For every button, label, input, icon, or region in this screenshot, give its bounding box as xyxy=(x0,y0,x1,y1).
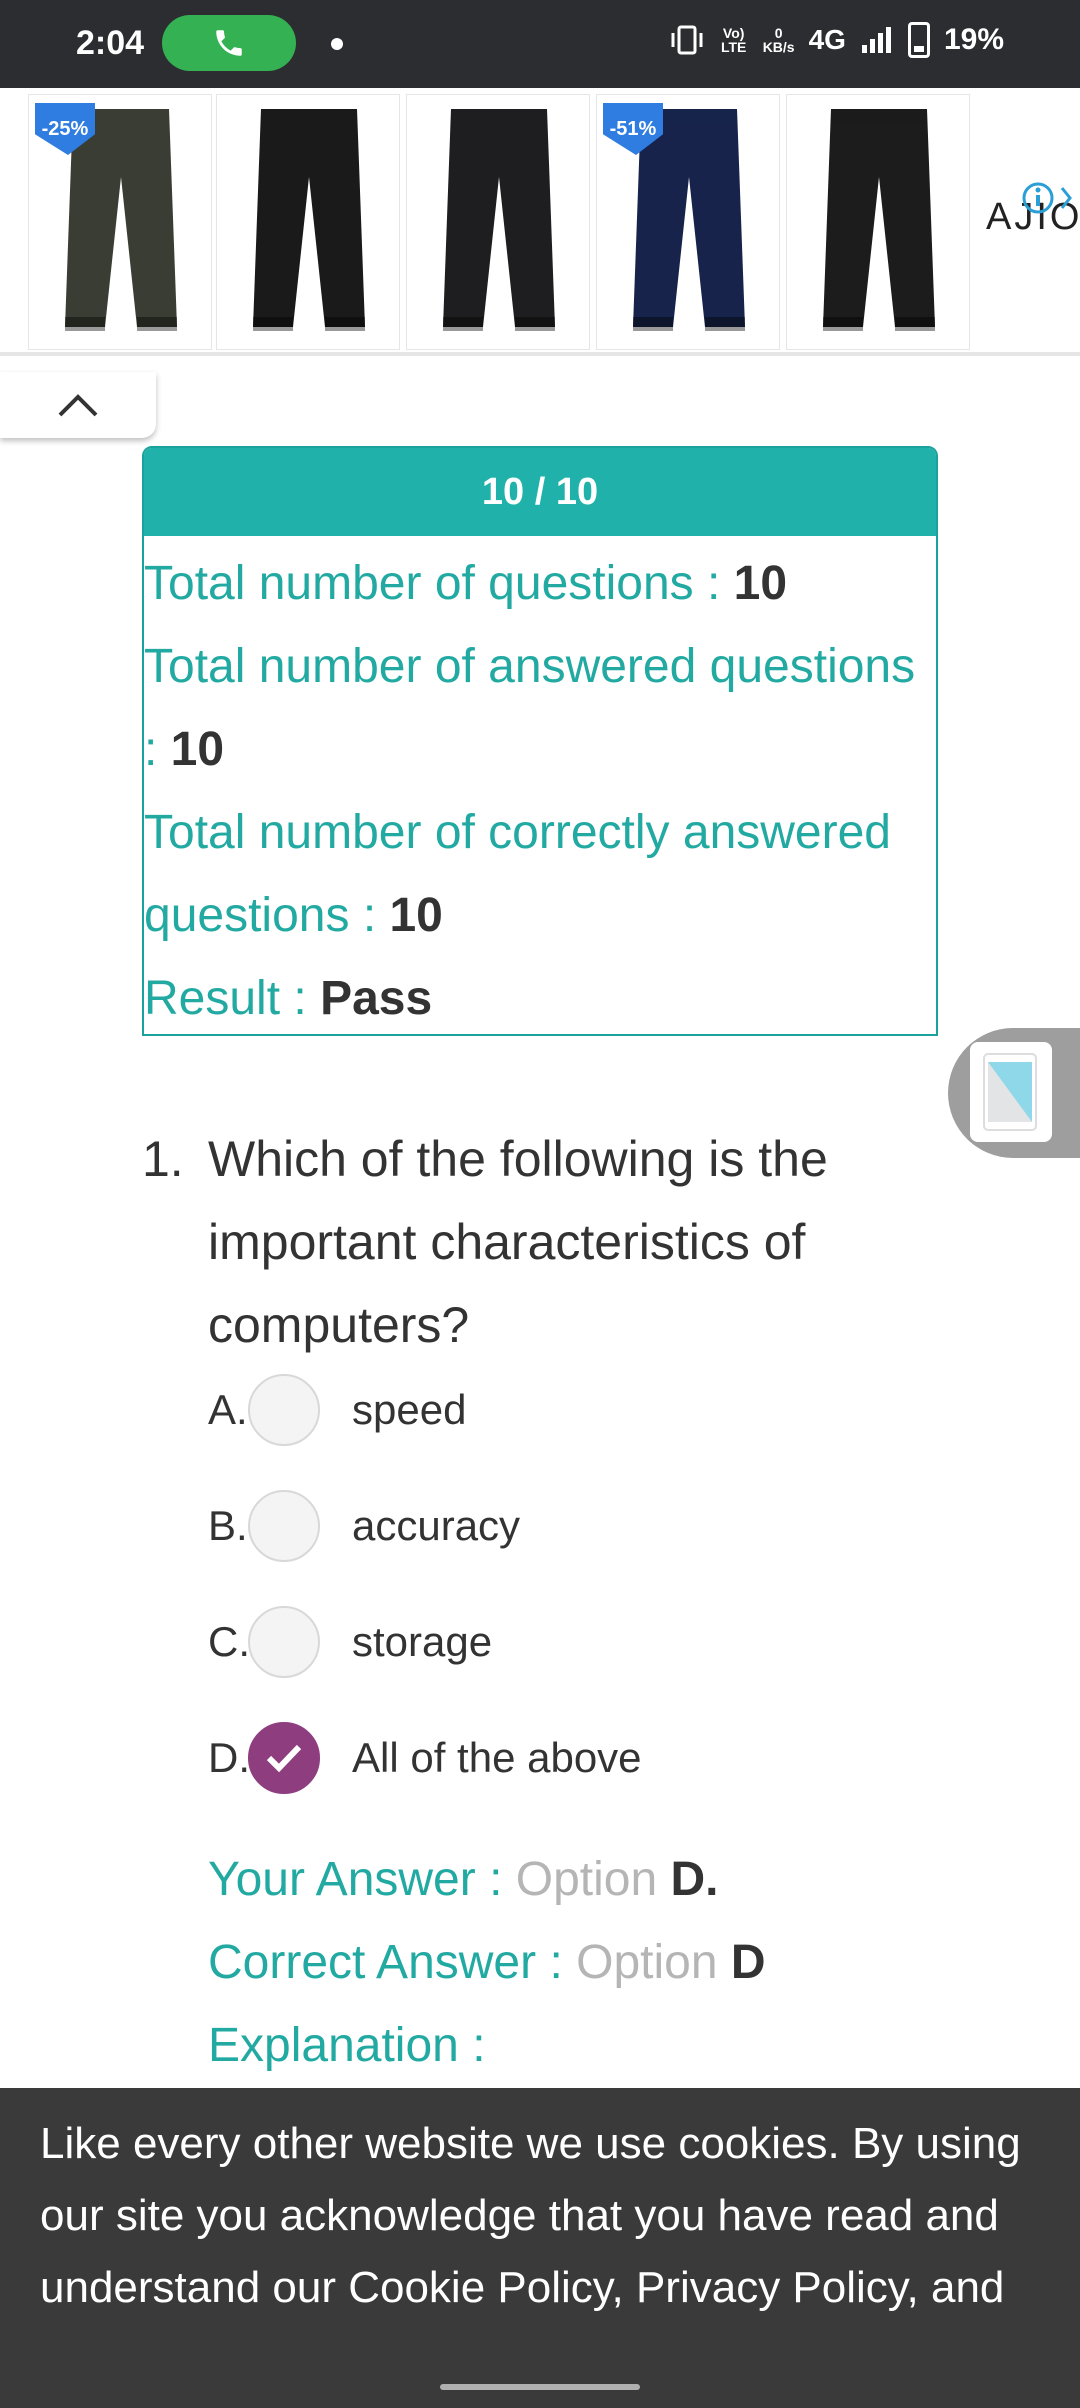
result-row: Total number of correctly answered quest… xyxy=(144,806,891,942)
collapse-ad-button[interactable] xyxy=(0,372,156,438)
notification-dot xyxy=(331,38,343,50)
status-time: 2:04 xyxy=(76,24,145,62)
option-letter: D. xyxy=(208,1734,250,1781)
option-radio[interactable] xyxy=(248,1374,320,1446)
ad-product[interactable] xyxy=(406,94,590,350)
option-text: speed xyxy=(352,1386,467,1433)
ad-info-icon[interactable] xyxy=(1020,180,1080,216)
option-radio[interactable] xyxy=(248,1490,320,1562)
network-type: 4G xyxy=(808,24,846,55)
result-rows: Total number of questions : 10 Total numb… xyxy=(144,536,936,1034)
option-letter: B. xyxy=(208,1502,248,1549)
signal-icon xyxy=(861,27,891,53)
answer-option[interactable]: D. All of the above xyxy=(208,1718,642,1798)
pants-image xyxy=(443,109,555,331)
battery-percent: 19% xyxy=(943,23,1004,56)
checkmark-icon xyxy=(266,1744,302,1773)
correct-answer: Correct Answer : Option D xyxy=(208,1936,766,1989)
cookie-text: Like every other website we use cookies.… xyxy=(40,2119,1021,2312)
your-answer: Your Answer : Option D. xyxy=(208,1853,719,1906)
option-letter: A. xyxy=(208,1386,248,1433)
ad-product[interactable]: -51% xyxy=(596,94,780,350)
ongoing-call-indicator[interactable] xyxy=(162,15,296,71)
phone-icon xyxy=(216,30,242,56)
option-radio[interactable] xyxy=(248,1606,320,1678)
vibrate-icon xyxy=(671,25,703,55)
option-text: accuracy xyxy=(352,1502,521,1549)
ad-product[interactable] xyxy=(216,94,400,350)
chevron-up-icon xyxy=(58,394,98,417)
ad-banner[interactable]: -25% -51% AJIO xyxy=(0,88,1080,356)
option-text: All of the above xyxy=(352,1734,642,1781)
status-icons: Vo) LTE 0 KB/s 4G 19% xyxy=(669,22,1004,58)
result-row: Result : Pass xyxy=(144,972,433,1025)
status-bar: 2:04 Vo) LTE 0 KB/s 4G 19% xyxy=(0,0,1080,88)
floating-widget-button[interactable] xyxy=(948,1028,1080,1158)
option-letter: C. xyxy=(208,1618,250,1665)
answer-option[interactable]: A. speed xyxy=(208,1370,466,1450)
result-row: Total number of questions : 10 xyxy=(144,557,788,610)
ad-product[interactable]: -25% xyxy=(28,94,212,350)
battery-icon xyxy=(907,22,930,58)
option-radio[interactable] xyxy=(248,1722,320,1794)
question-number: 1. xyxy=(142,1131,184,1187)
pants-image xyxy=(823,109,935,331)
option-text: storage xyxy=(352,1618,493,1665)
phone-rotate-icon xyxy=(970,1042,1052,1142)
gesture-nav-handle[interactable] xyxy=(440,2384,640,2390)
question-text: Which of the following is the important … xyxy=(208,1131,828,1353)
volte-icon: Vo) LTE xyxy=(720,25,747,55)
data-rate: 0 KB/s xyxy=(762,25,795,55)
pants-image xyxy=(253,109,365,331)
answer-option[interactable]: C. storage xyxy=(208,1602,492,1682)
score-header: 10 / 10 xyxy=(144,448,936,536)
result-row: Total number of answered questions : 10 xyxy=(144,640,916,776)
answer-option[interactable]: B. accuracy xyxy=(208,1486,520,1566)
quiz-result-box: 10 / 10 Total number of questions : 10 To… xyxy=(142,446,938,1036)
explanation-label: Explanation : xyxy=(208,2019,486,2072)
ad-product[interactable] xyxy=(786,94,970,350)
cookie-banner: Like every other website we use cookies.… xyxy=(0,2088,1080,2408)
